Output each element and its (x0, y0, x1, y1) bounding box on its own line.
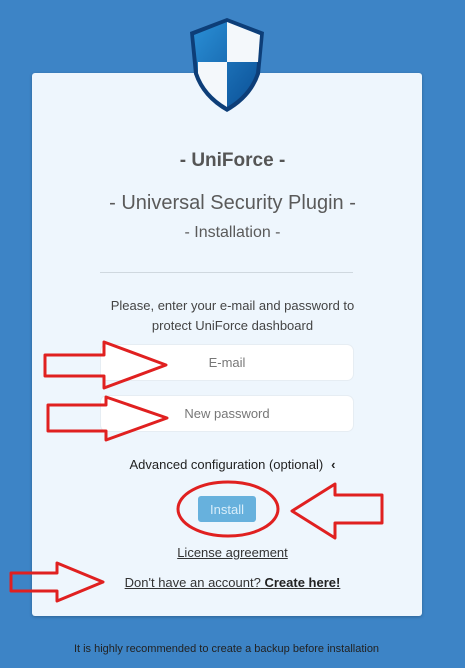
app-title: - UniForce - (179, 150, 286, 171)
signup-action: Create here! (264, 575, 341, 590)
instructions-line-1: Please, enter your e-mail and password t… (110, 298, 355, 313)
instructions-text: Please, enter your e-mail and password t… (0, 296, 465, 336)
password-field[interactable] (101, 396, 353, 431)
shield-icon (190, 18, 264, 112)
plugin-subtitle: - Universal Security Plugin - (109, 192, 356, 214)
step-title: - Installation - (184, 224, 281, 241)
divider (100, 272, 353, 273)
email-field[interactable] (101, 345, 353, 380)
license-agreement-link[interactable]: License agreement (0, 545, 465, 560)
install-button[interactable]: Install (198, 496, 256, 522)
advanced-config-label: Advanced configuration (optional) (129, 457, 324, 472)
advanced-config-toggle[interactable]: Advanced configuration (optional) ‹ (0, 457, 465, 472)
backup-note: It is highly recommended to create a bac… (73, 643, 380, 655)
signup-prefix: Don't have an account? (124, 575, 261, 590)
instructions-line-2: protect UniForce dashboard (151, 318, 314, 333)
create-account-link[interactable]: Don't have an account? Create here! (0, 575, 465, 590)
chevron-left-icon: ‹ (331, 457, 336, 472)
